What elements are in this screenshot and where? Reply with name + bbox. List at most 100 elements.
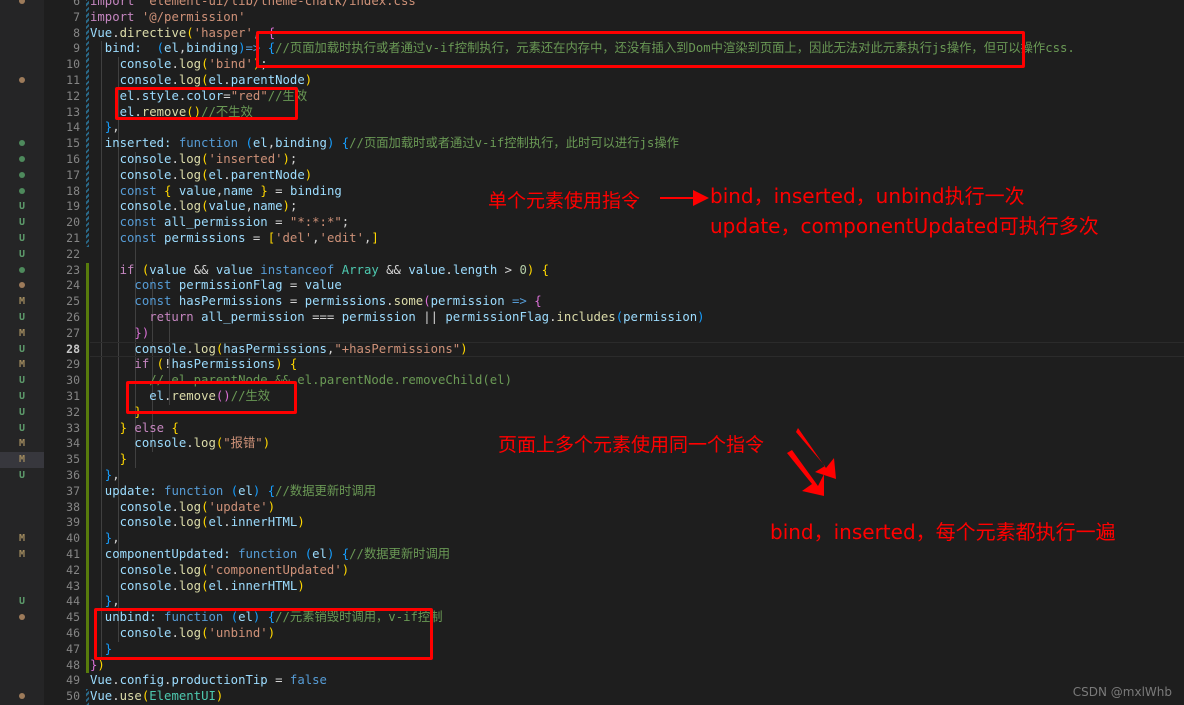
code-line[interactable]: console.log(el.innerHTML) <box>90 515 305 531</box>
gutter-dot-icon[interactable] <box>0 136 44 152</box>
token-br2: { <box>534 294 542 309</box>
gutter-dot-icon[interactable] <box>0 152 44 168</box>
code-line[interactable]: if (!hasPermissions) { <box>90 357 297 373</box>
token-br1: } <box>90 420 135 435</box>
token-pun: . <box>171 499 179 514</box>
code-line[interactable]: } else { <box>90 421 179 437</box>
token-fn: log <box>193 341 216 356</box>
token-id: el <box>164 41 179 56</box>
token-id: console <box>90 199 172 214</box>
token-br1: ( <box>186 25 194 40</box>
code-line[interactable]: bind: (el,binding)=> {//页面加载时执行或者通过v-if控… <box>90 41 1075 57</box>
dot-icon <box>19 282 25 289</box>
gutter-status-u[interactable]: U <box>0 421 44 437</box>
code-line[interactable]: }, <box>90 594 120 610</box>
code-line[interactable]: }, <box>90 468 120 484</box>
code-line[interactable]: el.style.color="red"//生效 <box>90 89 308 105</box>
annotation-single-element-label: 单个元素使用指令 <box>488 190 641 212</box>
code-line[interactable]: console.log(el.innerHTML) <box>90 579 305 595</box>
gutter-status-u[interactable]: U <box>0 199 44 215</box>
code-line[interactable]: console.log(el.parentNode) <box>90 73 313 89</box>
token-id: length <box>452 262 505 277</box>
gutter-status-u[interactable]: U <box>0 215 44 231</box>
code-line[interactable]: } <box>90 642 112 658</box>
code-line[interactable]: el.remove()//生效 <box>90 389 270 405</box>
gutter-status-u[interactable]: U <box>0 594 44 610</box>
code-line[interactable]: console.log('componentUpdated') <box>90 563 350 579</box>
gutter-dot-icon[interactable] <box>0 73 44 89</box>
gutter-status-m[interactable]: M <box>0 452 44 468</box>
gutter-status-u[interactable]: U <box>0 468 44 484</box>
code-line[interactable]: const hasPermissions = permissions.some(… <box>90 294 542 310</box>
code-line[interactable]: update: function (el) {//数据更新时调用 <box>90 484 376 500</box>
code-line[interactable]: console.log(el.parentNode) <box>90 168 313 184</box>
gutter-status-u[interactable]: U <box>0 405 44 421</box>
gutter-status-m[interactable]: M <box>0 357 44 373</box>
code-line[interactable]: console.log(value,name); <box>90 199 298 215</box>
gutter-status-u[interactable]: U <box>0 389 44 405</box>
code-line[interactable]: componentUpdated: function (el) {//数据更新时… <box>90 547 450 563</box>
code-line[interactable]: const { value,name } = binding <box>90 184 342 200</box>
code-line[interactable]: import 'element-ui/lib/theme-chalk/index… <box>90 0 423 10</box>
code-line[interactable]: return all_permission === permission || … <box>90 310 704 326</box>
gutter-status-m[interactable]: M <box>0 531 44 547</box>
gutter-status-m[interactable]: M <box>0 547 44 563</box>
code-line[interactable]: // el.parentNode && el.parentNode.remove… <box>90 373 512 389</box>
token-fn: log <box>178 199 202 214</box>
code-line[interactable]: import '@/permission' <box>90 10 245 26</box>
gutter-status-u[interactable]: U <box>0 342 44 358</box>
code-line[interactable]: const all_permission = "*:*:*"; <box>90 215 350 231</box>
gutter-dot-icon[interactable] <box>0 610 44 626</box>
code-line[interactable]: }, <box>90 531 120 547</box>
token-id: console <box>90 341 187 356</box>
token-str: "报错" <box>223 436 263 451</box>
gutter-status-u[interactable]: U <box>0 310 44 326</box>
token-id: console <box>90 499 172 514</box>
code-line[interactable]: inserted: function (el,binding) {//页面加载时… <box>90 136 679 152</box>
code-line[interactable]: Vue.use(ElementUI) <box>90 689 223 705</box>
gutter-dot-icon[interactable] <box>0 263 44 279</box>
code-line[interactable]: console.log('unbind') <box>90 626 276 642</box>
gutter-dot-icon[interactable] <box>0 278 44 294</box>
code-line[interactable]: console.log('inserted'); <box>90 152 298 168</box>
gutter-dot-icon[interactable] <box>0 689 44 705</box>
gutter-status-m[interactable]: M <box>0 436 44 452</box>
gutter-status-u[interactable]: U <box>0 373 44 389</box>
token-fn: remove <box>141 104 187 119</box>
code-line[interactable]: console.log('bind'); <box>90 57 268 73</box>
code-line[interactable]: } <box>90 452 127 468</box>
gutter-dot-icon[interactable] <box>0 168 44 184</box>
gutter-status-u[interactable]: U <box>0 231 44 247</box>
token-br1: ) <box>282 199 290 214</box>
code-line[interactable]: const permissions = ['del','edit',] <box>90 231 379 247</box>
gutter-status-m[interactable]: M <box>0 294 44 310</box>
code-line[interactable]: }) <box>90 326 149 342</box>
code-line[interactable]: unbind: function (el) {//元素销毁时调用，v-if控制 <box>90 610 443 626</box>
code-line[interactable]: if (value && value instanceof Array && v… <box>90 263 549 279</box>
code-line[interactable]: el.remove()//不生效 <box>90 105 253 121</box>
token-br2: ( <box>423 294 431 309</box>
code-line[interactable]: }, <box>90 120 120 136</box>
token-br3: { <box>267 610 276 625</box>
code-line[interactable]: console.log(hasPermissions,"+hasPermissi… <box>90 341 467 358</box>
token-pun: . <box>171 73 179 87</box>
code-content[interactable]: import 'element-ui/lib/theme-chalk/index… <box>90 0 1184 705</box>
gutter-status-m[interactable]: M <box>0 326 44 342</box>
gutter-dot-icon[interactable] <box>0 0 44 10</box>
code-line[interactable]: Vue.directive('hasper', { <box>90 26 275 42</box>
token-id: value <box>408 262 446 277</box>
token-id: innerHTML <box>230 515 298 530</box>
code-line[interactable]: console.log('update') <box>90 499 276 516</box>
token-id: Vue <box>90 689 113 704</box>
annotation-single-element-detail-line2: update，componentUpdated可执行多次 <box>710 214 1099 238</box>
code-line[interactable]: } <box>90 405 141 421</box>
token-typ: ElementUI <box>149 689 216 704</box>
code-line[interactable]: console.log("报错") <box>90 436 270 452</box>
gutter-status-u[interactable]: U <box>0 247 44 263</box>
vcs-annotation-gutter[interactable]: UUUUMUMUMUUUUMMUMMU <box>0 0 44 705</box>
code-line[interactable]: Vue.config.productionTip = false <box>90 673 327 689</box>
token-cmt: //页面加载时或者通过v-if控制执行，此时可以进行js操作 <box>349 136 679 151</box>
code-line[interactable]: const permissionFlag = value <box>90 278 341 294</box>
gutter-dot-icon[interactable] <box>0 184 44 200</box>
code-line[interactable]: }) <box>90 658 105 674</box>
